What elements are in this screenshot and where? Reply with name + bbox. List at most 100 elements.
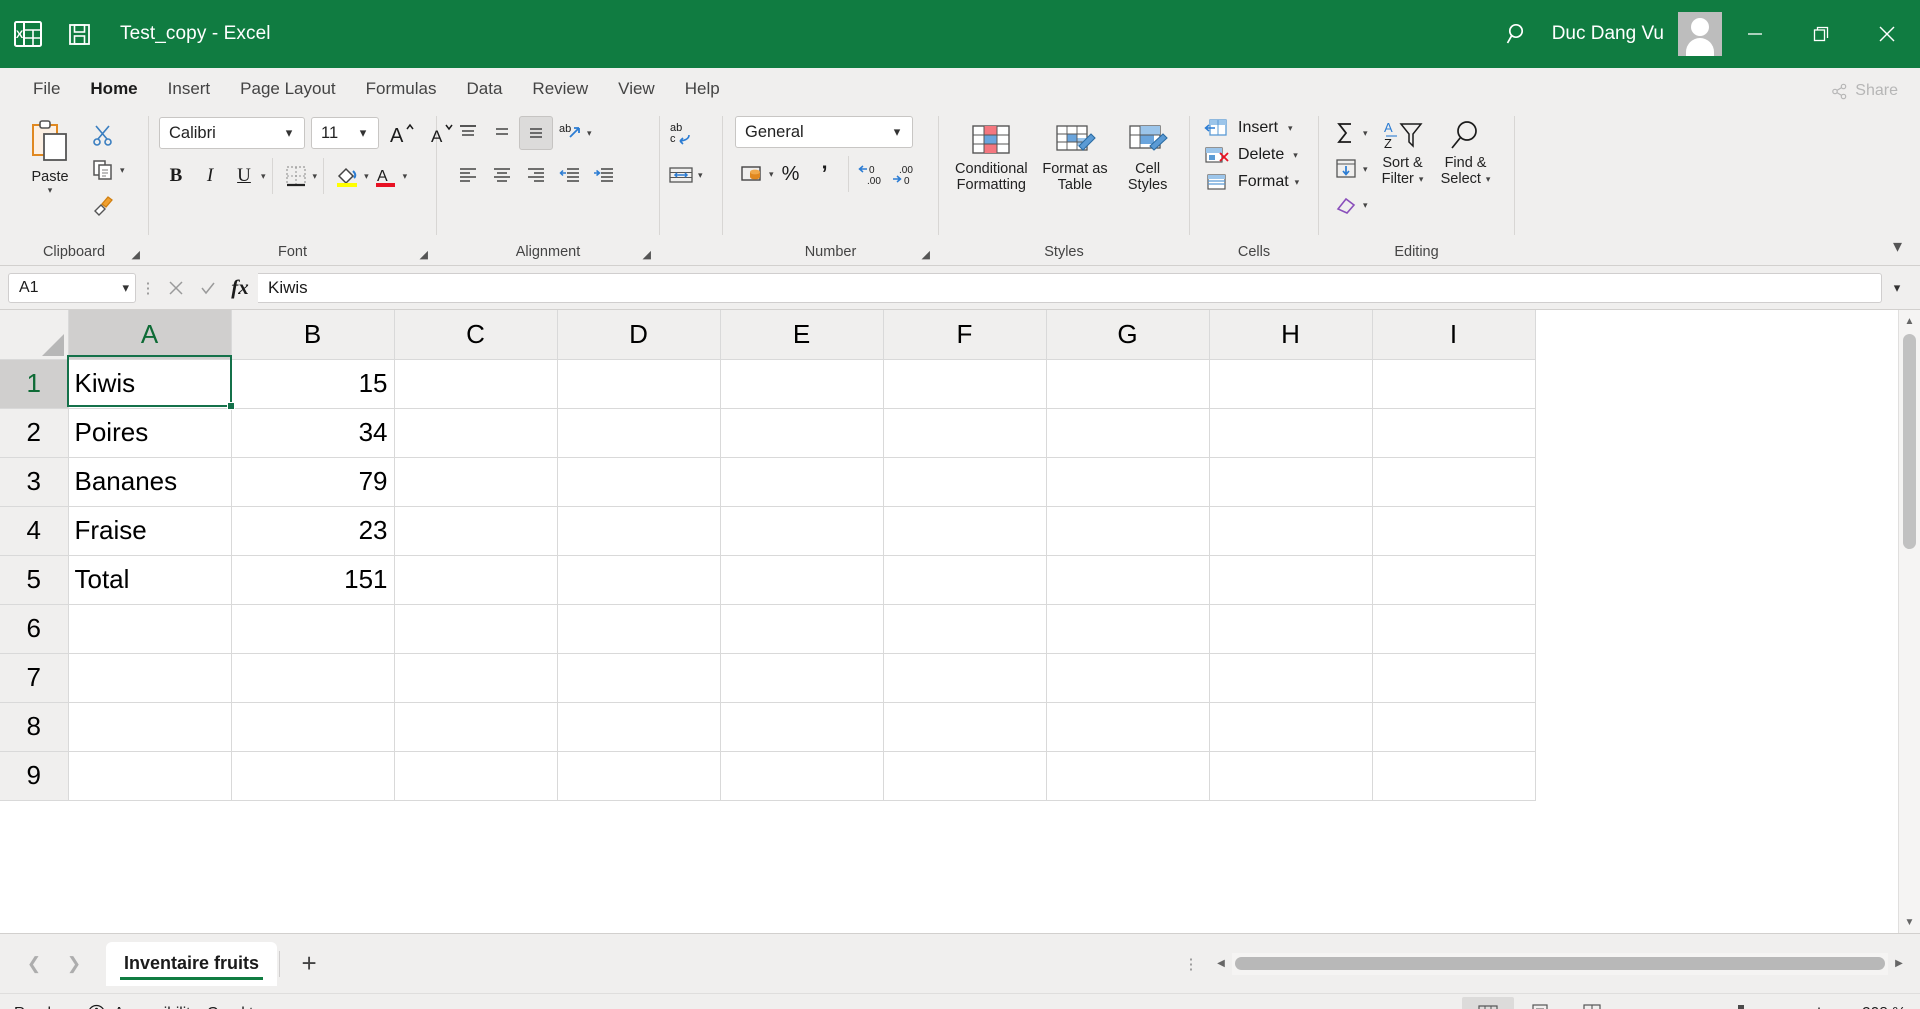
paste-button[interactable]: Paste ▾ [14,116,86,197]
tab-insert[interactable]: Insert [153,72,226,106]
orientation-dropdown-caret[interactable]: ▾ [587,128,592,139]
cell-b4[interactable]: 23 [231,506,395,556]
cell-e9[interactable] [720,751,884,801]
align-middle-button[interactable] [485,116,519,150]
cell-i4[interactable] [1372,506,1536,556]
cell-h4[interactable] [1209,506,1373,556]
cell-h3[interactable] [1209,457,1373,507]
cell-a5[interactable]: Total [68,555,232,605]
row-header-3[interactable]: 3 [0,457,69,507]
font-size-combo[interactable]: 11 ▾ [311,117,379,149]
cell-b3[interactable]: 79 [231,457,395,507]
cell-a7[interactable] [68,653,232,703]
cell-styles-button[interactable]: Cell Styles [1115,120,1181,195]
cell-b7[interactable] [231,653,395,703]
column-header-i[interactable]: I [1372,310,1536,360]
align-right-button[interactable] [519,158,553,192]
italic-button[interactable]: I [193,159,227,193]
cell-f9[interactable] [883,751,1047,801]
tab-home[interactable]: Home [75,72,152,106]
column-header-a[interactable]: A [68,310,232,360]
borders-dropdown-caret[interactable]: ▾ [313,171,318,182]
chevron-down-icon[interactable]: ▾ [352,125,374,141]
cell-h9[interactable] [1209,751,1373,801]
zoom-slider-thumb[interactable] [1738,1005,1744,1009]
align-top-button[interactable] [451,116,485,150]
fill-button[interactable]: ▾ [1329,152,1368,186]
row-header-7[interactable]: 7 [0,653,69,703]
copy-dropdown-caret[interactable]: ▾ [120,165,125,176]
merge-dropdown-caret[interactable]: ▾ [698,170,703,181]
format-as-table-button[interactable]: Format as Table [1036,120,1114,195]
wrap-text-button[interactable]: ab c [664,116,698,150]
normal-view-button[interactable] [1462,996,1514,1009]
cell-f3[interactable] [883,457,1047,507]
row-header-5[interactable]: 5 [0,555,69,605]
tab-data[interactable]: Data [452,72,518,106]
cell-e6[interactable] [720,604,884,654]
autosum-dropdown-caret[interactable]: ▾ [1363,128,1368,139]
row-header-1[interactable]: 1 [0,359,69,409]
cell-e2[interactable] [720,408,884,458]
expand-formula-bar-chevron-icon[interactable]: ▾ [1882,280,1912,296]
cell-c3[interactable] [394,457,558,507]
underline-dropdown-caret[interactable]: ▾ [261,171,266,182]
grid-scroll-area[interactable]: A B C D E F G H I 1 Kiwis 15 2 Poires 34… [0,310,1898,933]
add-sheet-button[interactable]: + [280,942,338,986]
cell-g4[interactable] [1046,506,1210,556]
minimize-button[interactable] [1722,0,1788,68]
cell-b5[interactable]: 151 [231,555,395,605]
chevron-down-icon[interactable]: ▾ [122,280,129,296]
page-layout-view-button[interactable] [1514,997,1566,1009]
cancel-entry-button[interactable] [160,273,192,303]
increase-decimal-button[interactable]: 0 .00 [855,157,889,191]
page-break-preview-button[interactable] [1566,997,1618,1009]
cell-b9[interactable] [231,751,395,801]
font-color-button[interactable]: A [369,159,403,193]
percent-style-button[interactable]: % [774,157,808,191]
zoom-out-button[interactable]: − [1636,1002,1654,1009]
row-header-8[interactable]: 8 [0,702,69,752]
align-center-button[interactable] [485,158,519,192]
cell-g5[interactable] [1046,555,1210,605]
column-header-g[interactable]: G [1046,310,1210,360]
cell-c8[interactable] [394,702,558,752]
name-box[interactable]: A1 ▾ [8,272,136,303]
format-painter-button[interactable] [86,188,120,222]
cell-f1[interactable] [883,359,1047,409]
cell-f4[interactable] [883,506,1047,556]
cell-d5[interactable] [557,555,721,605]
cell-h1[interactable] [1209,359,1373,409]
cell-e4[interactable] [720,506,884,556]
column-header-f[interactable]: F [883,310,1047,360]
cell-a9[interactable] [68,751,232,801]
tab-review[interactable]: Review [517,72,603,106]
delete-dropdown-caret[interactable]: ▾ [1293,150,1298,161]
formula-bar-grip[interactable]: ⋮ [136,279,160,297]
cell-f2[interactable] [883,408,1047,458]
paste-dropdown-caret[interactable]: ▾ [48,185,53,195]
cell-d7[interactable] [557,653,721,703]
format-dropdown-caret[interactable]: ▾ [1295,177,1300,188]
scroll-left-arrow[interactable]: ◀ [1210,958,1232,969]
collapse-ribbon-chevron-icon[interactable]: ▾ [1893,236,1902,257]
cell-d9[interactable] [557,751,721,801]
avatar[interactable] [1678,12,1722,56]
cell-h6[interactable] [1209,604,1373,654]
sheet-tab-inventaire-fruits[interactable]: Inventaire fruits [106,941,278,986]
find-and-select-button[interactable]: Find & Select ▾ [1434,116,1498,189]
cell-e5[interactable] [720,555,884,605]
vertical-scrollbar-thumb[interactable] [1903,334,1916,549]
cell-i9[interactable] [1372,751,1536,801]
clear-button[interactable]: ▾ [1329,188,1368,222]
align-bottom-button[interactable] [519,116,553,150]
cell-d1[interactable] [557,359,721,409]
insert-cells-button[interactable]: Insert ▾ [1204,116,1293,140]
accounting-dropdown-caret[interactable]: ▾ [769,169,774,180]
copy-button[interactable] [86,153,120,187]
font-dialog-launcher[interactable]: ◢ [420,248,428,261]
cell-i6[interactable] [1372,604,1536,654]
next-sheet-icon[interactable]: ❯ [54,944,94,984]
insert-dropdown-caret[interactable]: ▾ [1288,123,1293,134]
cell-a4[interactable]: Fraise [68,506,232,556]
